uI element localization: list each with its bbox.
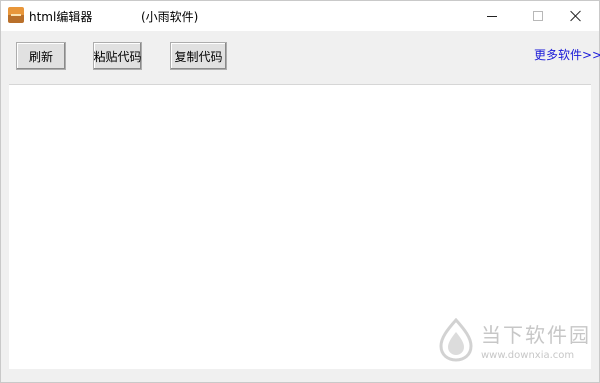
title-bar: html编辑器 (小雨软件): [1, 1, 599, 31]
watermark-logo-icon: [439, 318, 473, 362]
close-button[interactable]: [553, 1, 599, 31]
maximize-icon: [533, 11, 543, 21]
watermark-brand: 当下软件园: [481, 323, 591, 347]
watermark: 当下软件园 www.downxia.com: [437, 317, 589, 369]
minimize-button[interactable]: [469, 1, 515, 31]
paste-code-button[interactable]: 粘贴代码: [93, 42, 142, 70]
minimize-icon: [487, 15, 497, 17]
app-icon: [8, 7, 24, 23]
copy-code-button[interactable]: 复制代码: [170, 42, 227, 70]
close-icon: [570, 10, 582, 22]
more-software-link[interactable]: 更多软件>>: [534, 46, 600, 63]
window-subtitle: (小雨软件): [141, 10, 199, 24]
window-title: html编辑器: [29, 10, 93, 24]
refresh-button[interactable]: 刷新: [16, 42, 66, 70]
app-window: html编辑器 (小雨软件) 刷新 粘贴代码 复制代码 更多软件>> 当下软件园…: [0, 0, 600, 383]
watermark-url: www.downxia.com: [481, 350, 575, 361]
